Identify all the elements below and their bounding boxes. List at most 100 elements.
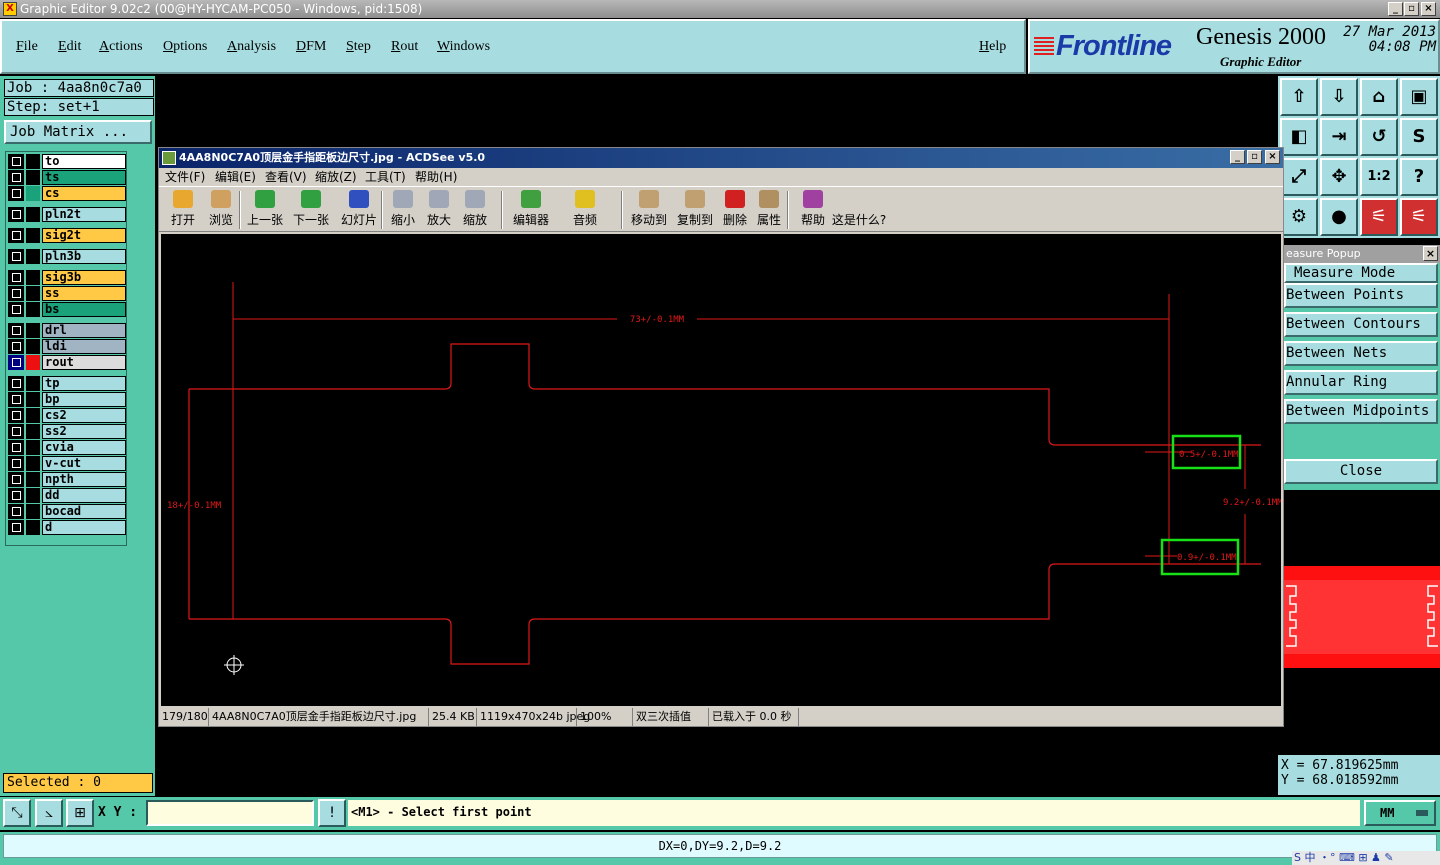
import-icon[interactable]: ⇩ bbox=[1320, 78, 1358, 116]
layer-checkbox[interactable] bbox=[8, 249, 24, 264]
menu-dfm[interactable]: DFM bbox=[296, 39, 326, 55]
layer-name[interactable]: bp bbox=[42, 392, 126, 407]
menu-windows[interactable]: Windows bbox=[437, 39, 490, 55]
layer-checkbox[interactable] bbox=[8, 376, 24, 391]
acdsee-tool-zoom[interactable]: 缩放 bbox=[459, 190, 491, 228]
layer-color-swatch[interactable] bbox=[26, 424, 40, 439]
menu-options[interactable]: Options bbox=[163, 39, 207, 55]
acdsee-tool-slideshow[interactable]: 幻灯片 bbox=[335, 190, 383, 228]
layer-color-swatch[interactable] bbox=[26, 376, 40, 391]
acdsee-tool-zoom-in[interactable]: 放大 bbox=[423, 190, 455, 228]
layer-checkbox[interactable] bbox=[8, 302, 24, 317]
layer-color-swatch[interactable] bbox=[26, 440, 40, 455]
layer-checkbox[interactable] bbox=[8, 286, 24, 301]
layer-row-bs[interactable]: bs bbox=[8, 302, 126, 317]
measure-tool-icon[interactable]: ⚙ bbox=[1280, 198, 1318, 236]
home-icon[interactable]: ⌂ bbox=[1360, 78, 1398, 116]
acdsee-tool-delete[interactable]: 删除 bbox=[719, 190, 751, 228]
undo-icon[interactable]: ↺ bbox=[1360, 118, 1398, 156]
layer-name[interactable]: pln3b bbox=[42, 249, 126, 264]
layer-color-swatch[interactable] bbox=[26, 504, 40, 519]
measure-close-button[interactable]: Close bbox=[1284, 459, 1438, 484]
signal-icon[interactable]: ⚟ bbox=[1360, 198, 1398, 236]
layer-name[interactable]: cs2 bbox=[42, 408, 126, 423]
help-icon[interactable]: ? bbox=[1400, 158, 1438, 196]
layer-row-npth[interactable]: npth bbox=[8, 472, 126, 487]
layer-color-swatch[interactable] bbox=[26, 472, 40, 487]
acdsee-menu-zoom[interactable]: 缩放(Z) bbox=[315, 168, 357, 186]
measure-between-contours[interactable]: Between Contours bbox=[1284, 312, 1438, 337]
menu-file[interactable]: File bbox=[16, 39, 38, 55]
layer-row-pln2t[interactable]: pln2t bbox=[8, 207, 126, 222]
acdsee-tool-zoom-out[interactable]: 缩小 bbox=[387, 190, 419, 228]
acdsee-menu-help[interactable]: 帮助(H) bbox=[415, 168, 457, 186]
layer-name[interactable]: tp bbox=[42, 376, 126, 391]
acdsee-minimize-button[interactable]: _ bbox=[1230, 150, 1245, 164]
layer-color-swatch[interactable] bbox=[26, 249, 40, 264]
layer-name[interactable]: cs bbox=[42, 186, 126, 201]
layer-checkbox[interactable] bbox=[8, 339, 24, 354]
layer-row-cs2[interactable]: cs2 bbox=[8, 408, 126, 423]
acdsee-menu-edit[interactable]: 编辑(E) bbox=[215, 168, 256, 186]
layer-checkbox[interactable] bbox=[8, 186, 24, 201]
layer-color-swatch[interactable] bbox=[26, 355, 40, 370]
layer-checkbox[interactable] bbox=[8, 154, 24, 169]
layer-row-to[interactable]: to bbox=[8, 154, 126, 169]
layer-color-swatch[interactable] bbox=[26, 207, 40, 222]
layer-checkbox[interactable] bbox=[8, 472, 24, 487]
layer-checkbox[interactable] bbox=[8, 456, 24, 471]
layer-checkbox[interactable] bbox=[8, 424, 24, 439]
layer-row-ts[interactable]: ts bbox=[8, 170, 126, 185]
layer-checkbox[interactable] bbox=[8, 207, 24, 222]
layer-checkbox[interactable] bbox=[8, 504, 24, 519]
window-icon[interactable]: ▣ bbox=[1400, 78, 1438, 116]
scale-icon[interactable]: 1:2 bbox=[1360, 158, 1398, 196]
layer-checkbox[interactable] bbox=[8, 408, 24, 423]
menu-actions[interactable]: Actions bbox=[99, 39, 143, 55]
layer-name[interactable]: sig2t bbox=[42, 228, 126, 243]
acdsee-tool-help-book[interactable]: 帮助 bbox=[795, 190, 831, 228]
layer-checkbox[interactable] bbox=[8, 355, 24, 370]
minimize-button[interactable]: _ bbox=[1388, 2, 1403, 16]
layer-color-swatch[interactable] bbox=[26, 456, 40, 471]
acdsee-tool-audio[interactable]: 音频 bbox=[565, 190, 605, 228]
layer-name[interactable]: d bbox=[42, 520, 126, 535]
layer-color-swatch[interactable] bbox=[26, 270, 40, 285]
acdsee-menu-view[interactable]: 查看(V) bbox=[265, 168, 307, 186]
layer-row-tp[interactable]: tp bbox=[8, 376, 126, 391]
maximize-button[interactable]: ▫ bbox=[1404, 2, 1419, 16]
acdsee-maximize-button[interactable]: ▫ bbox=[1247, 150, 1262, 164]
close-icon[interactable]: × bbox=[1423, 246, 1438, 261]
layer-row-cvia[interactable]: cvia bbox=[8, 440, 126, 455]
measure-between-points[interactable]: Between Points bbox=[1284, 283, 1438, 308]
layer-row-ldi[interactable]: ldi bbox=[8, 339, 126, 354]
menu-help[interactable]: Help bbox=[979, 39, 1006, 55]
acdsee-menu-file[interactable]: 文件(F) bbox=[165, 168, 205, 186]
layer-row-sig2t[interactable]: sig2t bbox=[8, 228, 126, 243]
menu-step[interactable]: Step bbox=[346, 39, 371, 55]
acdsee-tool-next[interactable]: 下一张 bbox=[289, 190, 333, 228]
layer-color-swatch[interactable] bbox=[26, 154, 40, 169]
layer-name[interactable]: npth bbox=[42, 472, 126, 487]
layer-row-sig3b[interactable]: sig3b bbox=[8, 270, 126, 285]
snap-grid-icon[interactable]: ⊞ bbox=[66, 799, 94, 827]
layer-color-swatch[interactable] bbox=[26, 488, 40, 503]
layer-name[interactable]: rout bbox=[42, 355, 126, 370]
layer-row-cs[interactable]: cs bbox=[8, 186, 126, 201]
acdsee-close-button[interactable]: × bbox=[1265, 150, 1280, 164]
export-icon[interactable]: ⇧ bbox=[1280, 78, 1318, 116]
measure-between-midpoints[interactable]: Between Midpoints bbox=[1284, 399, 1438, 424]
menu-rout[interactable]: Rout bbox=[391, 39, 418, 55]
layer-checkbox[interactable] bbox=[8, 270, 24, 285]
menu-analysis[interactable]: Analysis bbox=[227, 39, 276, 55]
layer-color-swatch[interactable] bbox=[26, 392, 40, 407]
layer-checkbox[interactable] bbox=[8, 392, 24, 407]
probe-icon[interactable]: ● bbox=[1320, 198, 1358, 236]
job-matrix-button[interactable]: Job Matrix ... bbox=[4, 120, 152, 144]
layer-row-pln3b[interactable]: pln3b bbox=[8, 249, 126, 264]
layer-name[interactable]: v-cut bbox=[42, 456, 126, 471]
alert-icon[interactable]: ! bbox=[318, 799, 346, 827]
layer-checkbox[interactable] bbox=[8, 228, 24, 243]
xy-input[interactable] bbox=[146, 800, 314, 826]
acdsee-tool-move[interactable]: 移动到 bbox=[627, 190, 671, 228]
